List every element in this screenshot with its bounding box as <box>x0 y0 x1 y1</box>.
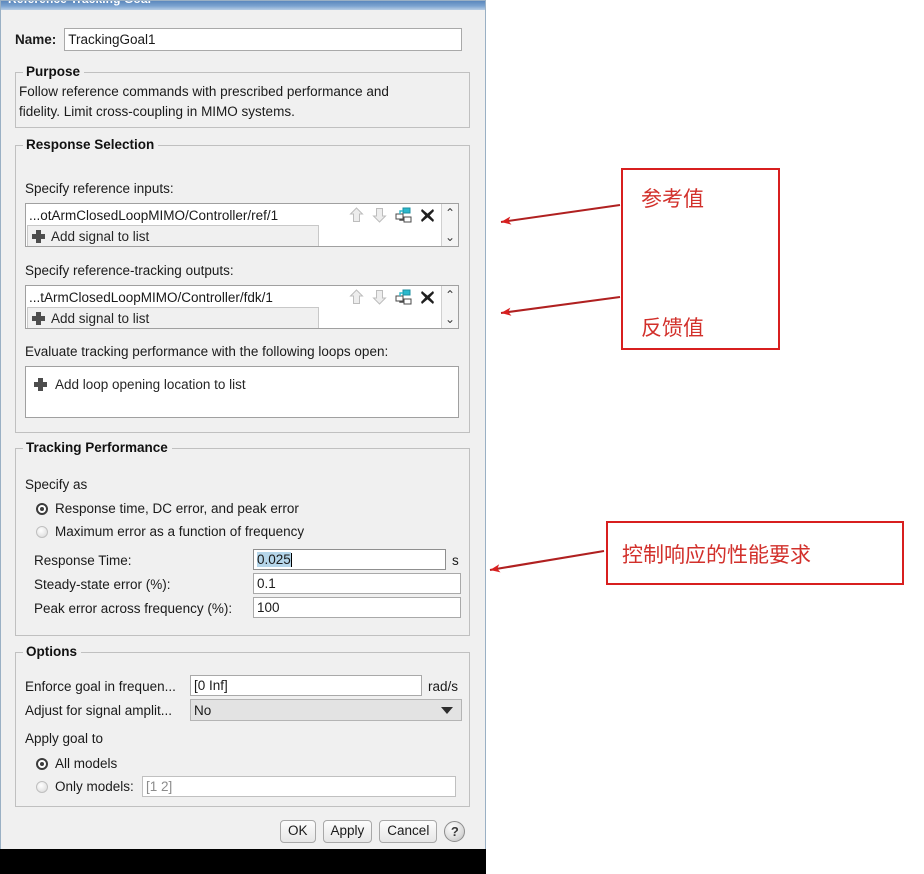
enforce-goal-frequency-label: Enforce goal in frequen... <box>25 679 176 694</box>
dialog-button-bar: OK Apply Cancel ? <box>280 820 466 843</box>
reference-input-signal-row[interactable]: ...otArmClosedLoopMIMO/Controller/ref/1 <box>26 204 441 226</box>
add-signal-to-list-inputs[interactable]: Add signal to list <box>27 225 319 246</box>
reference-inputs-label: Specify reference inputs: <box>25 181 174 196</box>
reference-output-signal-row[interactable]: ...tArmClosedLoopMIMO/Controller/fdk/1 <box>26 286 441 308</box>
annotation-reference-value-text: 参考值 <box>641 187 704 211</box>
add-loop-opening-label: Add loop opening location to list <box>55 377 246 392</box>
dialog-client-area: Name: TrackingGoal1 Purpose Follow refer… <box>2 10 485 843</box>
purpose-text-line2: fidelity. Limit cross-coupling in MIMO s… <box>19 104 295 119</box>
bottom-black-bar <box>0 849 486 874</box>
move-up-icon[interactable] <box>349 289 364 305</box>
annotation-performance-text: 控制响应的性能要求 <box>622 543 811 567</box>
response-time-unit: s <box>452 553 459 568</box>
response-time-label: Response Time: <box>34 553 132 568</box>
enforce-goal-frequency-unit: rad/s <box>428 679 459 694</box>
steady-state-error-label: Steady-state error (%): <box>34 577 171 592</box>
tracking-performance-group-title: Tracking Performance <box>23 440 172 455</box>
purpose-text-line1: Follow reference commands with prescribe… <box>19 84 389 99</box>
specify-as-label: Specify as <box>25 477 88 492</box>
response-selection-group-title: Response Selection <box>23 137 159 152</box>
move-down-icon[interactable] <box>372 207 387 223</box>
adjust-signal-amplitude-value: No <box>194 702 212 718</box>
plus-icon <box>34 378 47 391</box>
ok-button[interactable]: OK <box>280 820 316 843</box>
loop-openings-listbox[interactable]: Add loop opening location to list <box>25 366 459 418</box>
dialog-titlebar[interactable]: Reference Tracking Goal × <box>1 1 485 10</box>
reference-outputs-label: Specify reference-tracking outputs: <box>25 263 234 278</box>
text-cursor <box>290 552 292 567</box>
name-input[interactable]: TrackingGoal1 <box>64 27 463 51</box>
radio-off-icon <box>36 780 48 793</box>
reference-output-signal-text: ...tArmClosedLoopMIMO/Controller/fdk/1 <box>29 289 273 305</box>
radio-response-time-dc-peak[interactable]: Response time, DC error, and peak error <box>36 501 299 516</box>
reference-input-signal-text: ...otArmClosedLoopMIMO/Controller/ref/1 <box>29 207 279 223</box>
adjust-signal-amplitude-select[interactable]: No <box>190 699 462 721</box>
add-signal-to-list-outputs[interactable]: Add signal to list <box>27 307 319 328</box>
arrow-to-reference-outputs <box>500 295 621 316</box>
radio-only-models-label: Only models: <box>55 779 134 794</box>
add-loop-opening-location-to-list[interactable]: Add loop opening location to list <box>34 377 246 392</box>
response-selection-group: Response Selection Specify reference inp… <box>15 137 470 433</box>
help-icon[interactable]: ? <box>444 820 466 842</box>
name-row: Name: TrackingGoal1 <box>15 27 470 51</box>
apply-goal-to-label: Apply goal to <box>25 731 104 746</box>
reference-outputs-listbox[interactable]: ...tArmClosedLoopMIMO/Controller/fdk/1 A… <box>25 285 459 329</box>
steady-state-error-value: 0.1 <box>257 576 276 591</box>
radio-max-error-label: Maximum error as a function of frequency <box>55 524 305 539</box>
name-input-value: TrackingGoal1 <box>68 31 156 47</box>
radio-on-icon <box>36 502 48 515</box>
peak-error-label: Peak error across frequency (%): <box>34 601 233 616</box>
dialog-title: Reference Tracking Goal <box>8 1 151 6</box>
select-signal-from-model-icon[interactable] <box>395 207 412 223</box>
chevron-down-icon[interactable]: ⌄ <box>445 310 455 328</box>
options-group: Options Enforce goal in frequen... [0 In… <box>15 644 470 807</box>
arrow-to-reference-inputs <box>500 203 621 225</box>
radio-max-error-frequency[interactable]: Maximum error as a function of frequency <box>36 524 304 539</box>
loops-open-label: Evaluate tracking performance with the f… <box>25 344 389 359</box>
plus-icon <box>32 229 45 243</box>
response-time-input-value: 0.025 <box>257 552 291 567</box>
delete-icon[interactable] <box>420 290 435 305</box>
reference-inputs-scrollbar[interactable]: ⌃ ⌄ <box>441 204 458 246</box>
purpose-group: Purpose Follow reference commands with p… <box>15 64 470 128</box>
radio-only-models[interactable]: Only models: <box>36 779 134 794</box>
radio-all-models-label: All models <box>55 756 118 771</box>
name-label: Name: <box>15 31 57 47</box>
radio-off-icon <box>36 525 48 538</box>
purpose-group-title: Purpose <box>23 64 85 79</box>
tracking-performance-group: Tracking Performance Specify as Response… <box>15 440 470 636</box>
select-signal-from-model-icon[interactable] <box>395 289 412 305</box>
reference-tracking-goal-dialog: Reference Tracking Goal × Name: Tracking… <box>0 0 486 852</box>
close-icon[interactable]: × <box>473 1 481 4</box>
response-time-input[interactable]: 0.025 <box>253 549 446 570</box>
plus-icon <box>32 311 45 325</box>
cancel-button[interactable]: Cancel <box>379 820 438 843</box>
only-models-value: [1 2] <box>146 779 173 794</box>
peak-error-value: 100 <box>257 600 280 615</box>
enforce-goal-frequency-input[interactable]: [0 Inf] <box>190 675 422 696</box>
chevron-down-icon[interactable]: ⌄ <box>445 228 455 246</box>
only-models-input[interactable]: [1 2] <box>142 776 456 797</box>
add-signal-to-list-outputs-label: Add signal to list <box>51 310 150 326</box>
apply-button[interactable]: Apply <box>322 820 373 843</box>
add-signal-to-list-inputs-label: Add signal to list <box>51 228 150 244</box>
radio-on-icon <box>36 757 48 770</box>
enforce-goal-frequency-value: [0 Inf] <box>194 678 228 693</box>
chevron-up-icon[interactable]: ⌃ <box>445 204 455 222</box>
delete-icon[interactable] <box>420 208 435 223</box>
chevron-up-icon[interactable]: ⌃ <box>445 286 455 304</box>
arrow-to-tracking-performance <box>489 549 605 573</box>
move-down-icon[interactable] <box>372 289 387 305</box>
annotation-feedback-value-text: 反馈值 <box>641 316 704 340</box>
reference-outputs-scrollbar[interactable]: ⌃ ⌄ <box>441 286 458 328</box>
chevron-down-icon <box>441 706 453 714</box>
steady-state-error-input[interactable]: 0.1 <box>253 573 461 594</box>
reference-inputs-listbox[interactable]: ...otArmClosedLoopMIMO/Controller/ref/1 <box>25 203 459 247</box>
peak-error-input[interactable]: 100 <box>253 597 461 618</box>
radio-response-time-label: Response time, DC error, and peak error <box>55 501 299 516</box>
adjust-signal-amplitude-label: Adjust for signal amplit... <box>25 703 173 718</box>
move-up-icon[interactable] <box>349 207 364 223</box>
options-group-title: Options <box>23 644 81 659</box>
radio-all-models[interactable]: All models <box>36 756 117 771</box>
